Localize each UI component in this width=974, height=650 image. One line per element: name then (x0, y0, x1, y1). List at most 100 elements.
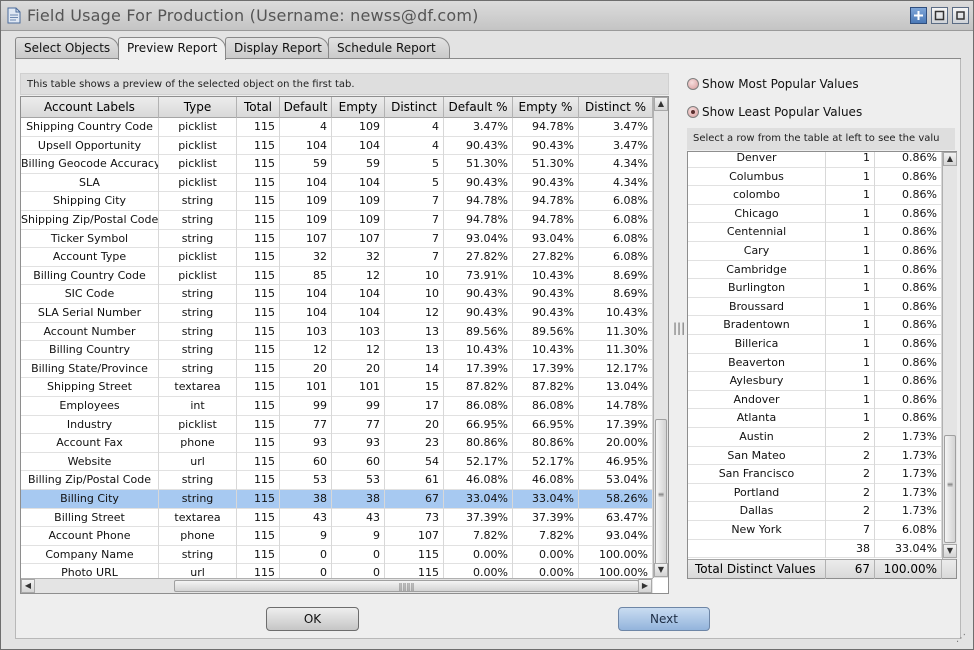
column-header[interactable]: Type (159, 97, 237, 118)
preview-vertical-scroll-thumb[interactable]: ≡ (655, 419, 667, 577)
table-row[interactable]: SIC Code string 115 104 104 10 90.43% 90.43% 8.6… (21, 285, 653, 304)
column-header[interactable]: Default % (444, 97, 513, 118)
table-cell: 7 (385, 192, 444, 211)
list-item[interactable]: Dallas 2 1.73% (688, 502, 942, 521)
plus-icon (914, 11, 923, 20)
table-row[interactable]: Account Number string 115 103 103 13 89.56% 89.… (21, 322, 653, 342)
scroll-up-arrow-icon[interactable]: ▲ (654, 97, 668, 111)
preview-horizontal-scrollbar[interactable]: ◀ ‖‖‖‖ ▶ (21, 578, 653, 593)
column-header[interactable]: Distinct % (579, 97, 653, 118)
close-button[interactable] (952, 7, 969, 24)
table-row[interactable]: Billing Geocode Accuracy picklist 115 59 59 5… (21, 155, 653, 174)
table-row[interactable]: Company Name string 115 0 0 115 0.00% 0.00% 100.… (21, 545, 653, 565)
scroll-down-arrow-icon[interactable]: ▼ (943, 544, 957, 558)
list-item[interactable]: Aylesbury 1 0.86% (688, 372, 942, 391)
scroll-down-arrow-icon[interactable]: ▼ (654, 563, 668, 577)
list-item[interactable]: Cary 1 0.86% (688, 242, 942, 261)
table-row[interactable]: Shipping Street textarea 115 101 101 15 87.82%… (21, 378, 653, 397)
table-row[interactable]: Account Phone phone 115 9 9 107 7.82% 7.82% 93.0… (21, 527, 653, 546)
table-row[interactable]: Billing Street textarea 115 43 43 73 37.39% 37.… (21, 508, 653, 528)
list-item[interactable]: Beaverton 1 0.86% (688, 353, 942, 373)
radio-button-selected-icon[interactable] (687, 106, 699, 118)
list-item[interactable]: Burlington 1 0.86% (688, 279, 942, 298)
table-cell: 20 (280, 359, 332, 379)
scroll-left-arrow-icon[interactable]: ◀ (21, 579, 35, 593)
table-row[interactable]: Photo URL url 115 0 0 115 0.00% 0.00% 100.00% (21, 564, 653, 579)
table-row[interactable]: Shipping City string 115 109 109 7 94.78% 94.78… (21, 192, 653, 211)
table-cell: 90.43% (513, 304, 579, 323)
table-row[interactable]: Website url 115 60 60 54 52.17% 52.17% 46.95% (21, 452, 653, 472)
column-header[interactable]: Empty % (513, 97, 579, 118)
list-item[interactable]: Atlanta 1 0.86% (688, 409, 942, 428)
preview-horizontal-scroll-thumb[interactable]: ‖‖‖‖ (174, 580, 639, 592)
table-cell: 51.30% (513, 155, 579, 174)
list-item[interactable]: Austin 2 1.73% (688, 428, 942, 447)
list-item[interactable]: Centennial 1 0.86% (688, 223, 942, 242)
table-row[interactable]: Billing Zip/Postal Code string 115 53 53 61 46… (21, 471, 653, 490)
list-item[interactable]: Denver 1 0.86% (688, 152, 942, 168)
table-row[interactable]: Employees int 115 99 99 17 86.08% 86.08% 14.78% (21, 397, 653, 416)
values-vertical-scroll-thumb[interactable]: ≡ (944, 435, 956, 543)
scroll-up-arrow-icon[interactable]: ▲ (943, 152, 957, 166)
table-row[interactable]: SLA picklist 115 104 104 5 90.43% 90.43% 4.34% (21, 173, 653, 193)
table-cell: 104 (280, 173, 332, 193)
column-header[interactable]: Empty (332, 97, 385, 118)
column-header[interactable]: Account Labels (21, 97, 159, 118)
ok-button[interactable]: OK (266, 607, 359, 631)
table-cell: int (159, 397, 237, 416)
list-item[interactable]: Cambridge 1 0.86% (688, 260, 942, 280)
list-item[interactable]: Andover 1 0.86% (688, 390, 942, 410)
value-cell: 1 (826, 279, 875, 298)
list-item[interactable]: 38 33.04% (688, 539, 942, 559)
next-button[interactable]: Next (618, 607, 710, 631)
preview-vertical-scrollbar[interactable]: ▲ ≡ ▼ (653, 97, 668, 578)
table-cell: Shipping Street (21, 378, 159, 397)
table-cell: 101 (332, 378, 385, 397)
table-row[interactable]: Upsell Opportunity picklist 115 104 104 4 90.4… (21, 136, 653, 156)
table-cell: Ticker Symbol (21, 229, 159, 249)
table-row[interactable]: Shipping Country Code picklist 115 4 109 4 3.4… (21, 118, 653, 137)
tab-display-report[interactable]: Display Report (225, 37, 329, 59)
column-header[interactable]: Distinct (385, 97, 444, 118)
list-item[interactable]: colombo 1 0.86% (688, 186, 942, 205)
list-item[interactable]: Columbus 1 0.86% (688, 167, 942, 187)
tab-schedule-report[interactable]: Schedule Report (328, 37, 450, 59)
values-vertical-scrollbar[interactable]: ▲ ≡ ▼ (942, 152, 957, 559)
list-item[interactable]: Billerica 1 0.86% (688, 335, 942, 354)
list-item[interactable]: San Mateo 2 1.73% (688, 446, 942, 466)
radio-button-icon[interactable] (687, 78, 699, 90)
list-item[interactable]: Broussard 1 0.86% (688, 297, 942, 317)
table-row[interactable]: Industry picklist 115 77 77 20 66.95% 66.95% 17.… (21, 415, 653, 435)
tab-preview-report[interactable]: Preview Report (118, 37, 226, 60)
table-row[interactable]: SLA Serial Number string 115 104 104 12 90.43%… (21, 304, 653, 323)
list-item[interactable]: Bradentown 1 0.86% (688, 316, 942, 335)
table-row[interactable]: Billing State/Province string 115 20 20 14 17.… (21, 359, 653, 379)
resize-grip-icon[interactable]: ⋰ (956, 633, 966, 644)
table-row[interactable]: Account Fax phone 115 93 93 23 80.86% 80.86% 20.… (21, 434, 653, 453)
table-row[interactable]: Billing Country string 115 12 12 13 10.43% 10.4… (21, 341, 653, 360)
table-cell: Account Type (21, 248, 159, 267)
table-cell: 104 (332, 136, 385, 156)
split-pane-divider[interactable]: ||| (673, 321, 685, 341)
list-item[interactable]: Portland 2 1.73% (688, 483, 942, 503)
column-header[interactable]: Default (280, 97, 332, 118)
table-cell: 109 (332, 211, 385, 230)
column-header[interactable]: Total (237, 97, 280, 118)
value-cell: 1.73% (875, 428, 942, 447)
table-row[interactable]: Billing City string 115 38 38 67 33.04% 33.04% 5… (21, 490, 653, 509)
list-item[interactable]: San Francisco 2 1.73% (688, 465, 942, 484)
table-row[interactable]: Account Type picklist 115 32 32 7 27.82% 27.82%… (21, 248, 653, 267)
list-item[interactable]: New York 7 6.08% (688, 521, 942, 540)
table-row[interactable]: Billing Country Code picklist 115 85 12 10 73.… (21, 266, 653, 286)
tab-select-objects[interactable]: Select Objects (15, 37, 119, 59)
table-cell: 17.39% (513, 359, 579, 379)
value-cell: 6.08% (875, 521, 942, 540)
maximize-button[interactable] (931, 7, 948, 24)
list-item[interactable]: Chicago 1 0.86% (688, 204, 942, 224)
scroll-right-arrow-icon[interactable]: ▶ (638, 579, 652, 593)
title-bar[interactable]: Field Usage For Production (Username: ne… (1, 1, 973, 31)
table-row[interactable]: Shipping Zip/Postal Code string 115 109 109 7… (21, 211, 653, 230)
minimize-button[interactable] (910, 7, 927, 24)
table-cell: 115 (237, 434, 280, 453)
table-row[interactable]: Ticker Symbol string 115 107 107 7 93.04% 93.04… (21, 229, 653, 249)
